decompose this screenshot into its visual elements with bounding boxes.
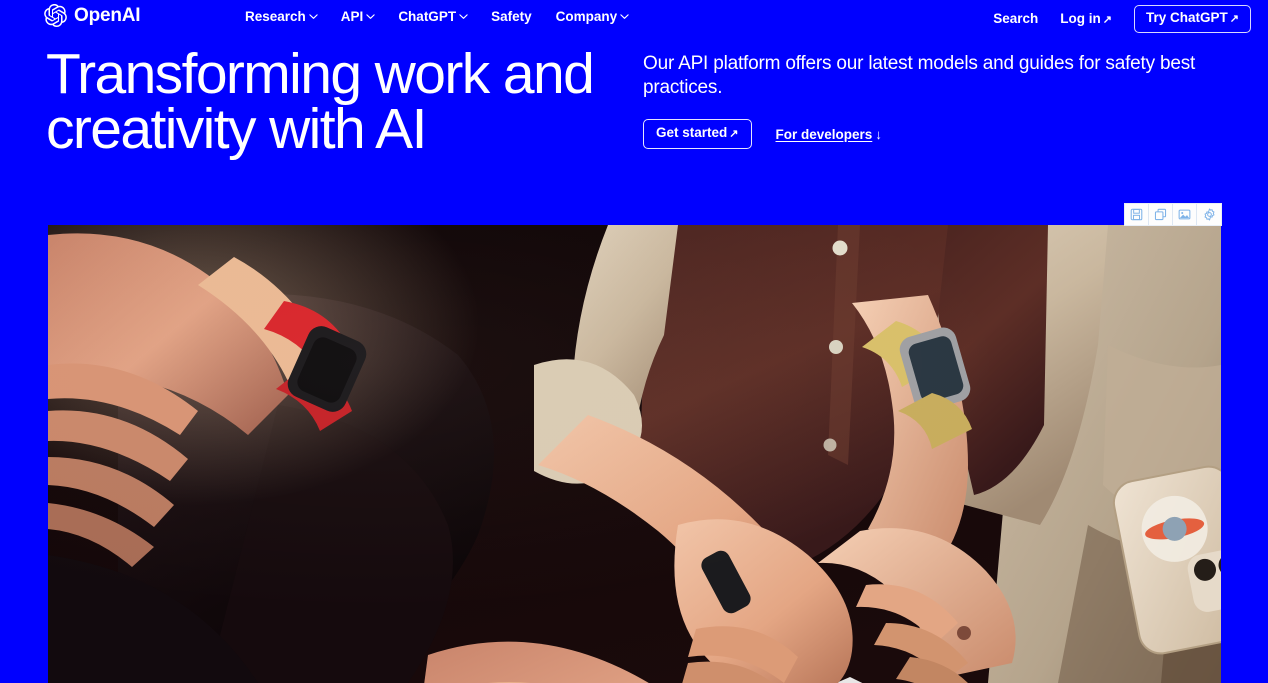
nav-item-company-label: Company <box>555 9 618 24</box>
nav-item-safety[interactable]: Safety <box>491 8 532 26</box>
primary-nav: Research API ChatGPT Safety Company <box>245 8 629 26</box>
try-chatgpt-label: Try ChatGPT <box>1146 10 1228 25</box>
arrow-down-icon: ↓ <box>875 126 883 142</box>
openai-logo-icon <box>44 3 67 28</box>
page-title-line-2: creativity with AI <box>46 97 427 161</box>
hero-heading-block: Transforming work and creativity with AI <box>46 46 646 158</box>
image-action-toolbar <box>1124 203 1222 226</box>
hero-subtitle: Our API platform offers our latest model… <box>643 53 1196 98</box>
chevron-down-icon <box>620 12 629 20</box>
page-title: Transforming work and creativity with AI <box>46 46 646 158</box>
hero-image <box>48 225 1221 683</box>
search-button[interactable]: Search <box>993 10 1038 28</box>
try-chatgpt-button[interactable]: Try ChatGPT ↗ <box>1134 5 1251 33</box>
hero-action-row: Get started ↗ For developers ↓ <box>643 119 1223 149</box>
arrow-up-right-icon: ↗ <box>1229 13 1239 25</box>
nav-item-chatgpt[interactable]: ChatGPT <box>398 8 468 26</box>
settings-gear-icon[interactable] <box>1197 204 1221 225</box>
nav-item-api-label: API <box>340 9 364 24</box>
image-icon[interactable] <box>1173 204 1197 225</box>
nav-item-chatgpt-label: ChatGPT <box>398 9 457 24</box>
arrow-up-right-icon: ↗ <box>1102 13 1113 26</box>
nav-item-api[interactable]: API <box>341 8 375 26</box>
chevron-down-icon <box>309 12 318 20</box>
get-started-button[interactable]: Get started ↗ <box>643 119 752 149</box>
nav-item-research-label: Research <box>245 9 306 24</box>
get-started-label: Get started <box>656 125 728 140</box>
hero-description-block: Our API platform offers our latest model… <box>643 52 1223 149</box>
for-developers-link[interactable]: For developers ↓ <box>776 127 883 142</box>
top-navigation-bar: OpenAI Research API ChatGPT Safety Compa… <box>0 0 1268 34</box>
chevron-down-icon <box>366 12 375 20</box>
nav-item-company[interactable]: Company <box>556 8 629 26</box>
save-icon[interactable] <box>1125 204 1149 225</box>
arrow-up-right-icon: ↗ <box>729 128 739 140</box>
for-developers-label: For developers <box>775 126 873 142</box>
copy-icon[interactable] <box>1149 204 1173 225</box>
login-label: Log in <box>1060 10 1101 26</box>
secondary-nav: Search Log in ↗ Try ChatGPT ↗ <box>993 5 1251 33</box>
login-link[interactable]: Log in ↗ <box>1060 10 1112 29</box>
chevron-down-icon <box>459 12 468 20</box>
brand-logo-link[interactable]: OpenAI <box>44 3 141 28</box>
nav-item-research[interactable]: Research <box>245 8 318 26</box>
nav-item-safety-label: Safety <box>491 9 532 24</box>
brand-name: OpenAI <box>74 5 141 26</box>
